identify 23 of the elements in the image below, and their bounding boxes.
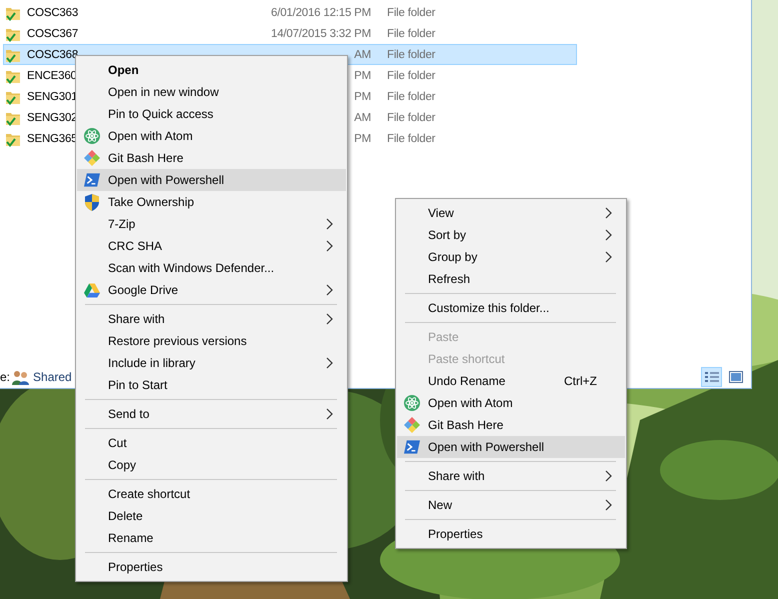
file-name: COSC367: [27, 28, 78, 40]
file-name: COSC368: [27, 48, 78, 60]
file-type: File folder: [387, 112, 436, 124]
date-modified: PM: [354, 132, 371, 144]
file-name: ENCE360: [27, 70, 77, 82]
date-modified: PM: [354, 90, 371, 102]
date-modified: AM: [354, 112, 371, 124]
file-type: File folder: [387, 6, 436, 18]
file-type: File folder: [387, 90, 436, 102]
date-modified: 14/07/2015 3:32 PM: [271, 28, 371, 40]
date-modified: 6/01/2016 12:15 PM: [271, 6, 371, 18]
file-type: File folder: [387, 48, 436, 60]
file-name: SENG301: [27, 90, 78, 102]
file-name: COSC363: [27, 6, 78, 18]
date-modified: PM: [354, 70, 371, 82]
date-modified: AM: [354, 48, 371, 60]
file-type: File folder: [387, 70, 436, 82]
file-name: SENG302: [27, 112, 78, 124]
file-type: File folder: [387, 28, 436, 40]
file-name: SENG365: [27, 132, 78, 144]
status-label: e:: [0, 370, 10, 384]
file-type: File folder: [387, 132, 436, 144]
status-text: Shared: [33, 370, 72, 384]
